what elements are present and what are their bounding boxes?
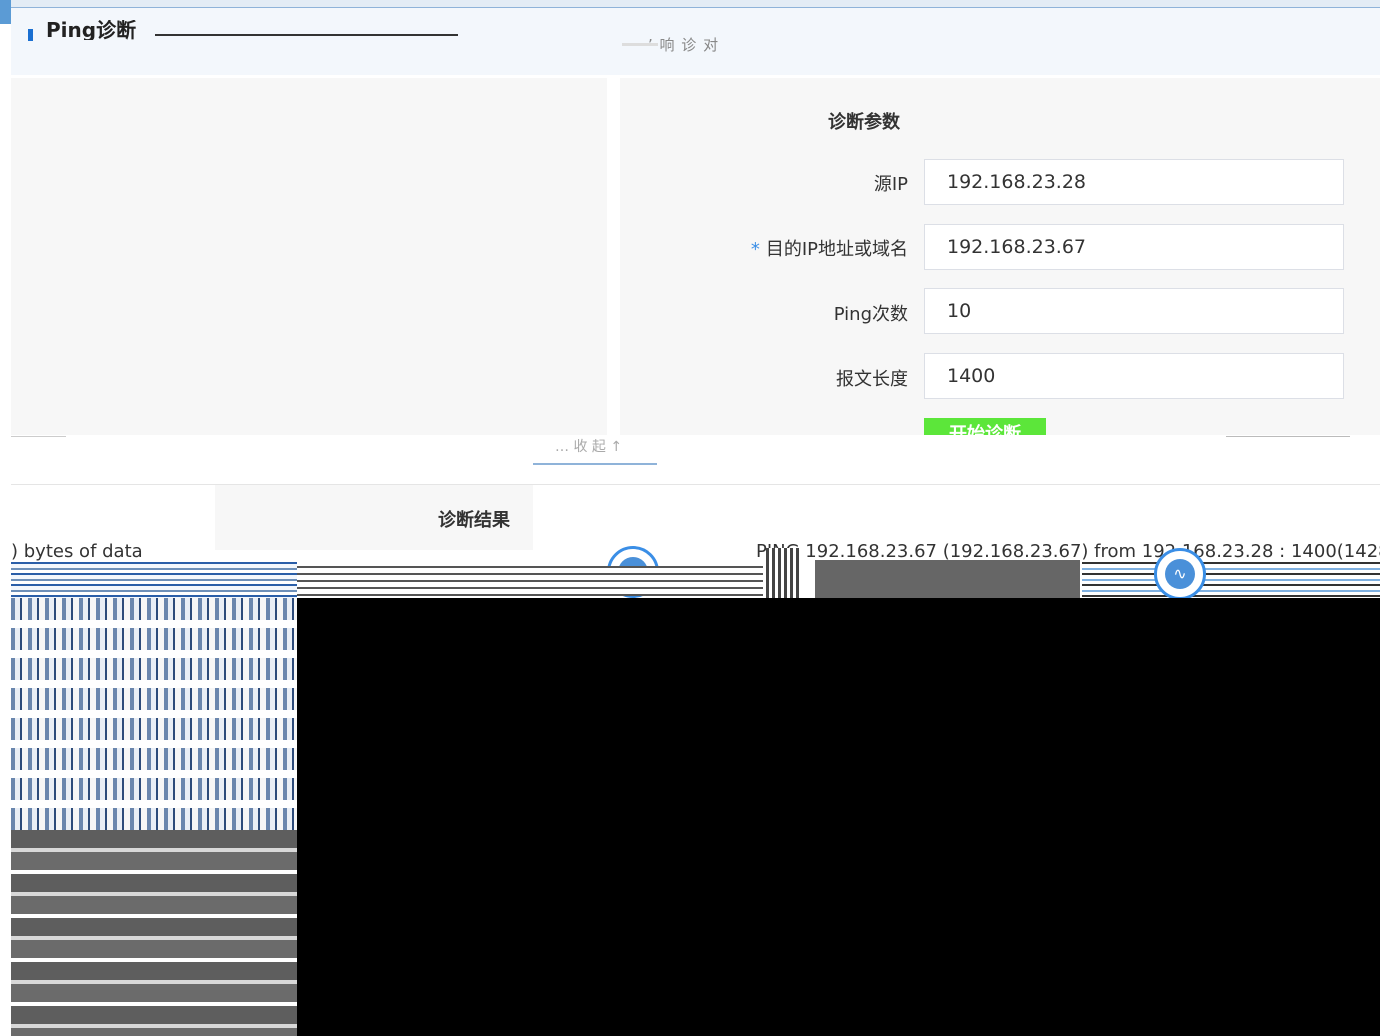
top-accent-bar: [0, 0, 1380, 8]
ping-count-input[interactable]: [924, 288, 1344, 334]
collapse-toggle-underline: [533, 463, 657, 465]
left-gutter: [0, 24, 11, 1036]
packet-length-label: 报文长度: [836, 369, 908, 390]
page-title: Ping诊断: [46, 20, 137, 40]
result-output-artifact-left: [11, 562, 297, 598]
results-header-left: [11, 485, 214, 545]
collapse-band: [11, 435, 1380, 485]
result-line-left: ) bytes of data: [11, 541, 143, 562]
results-title: 诊断结果: [438, 510, 510, 531]
title-accent-mark: [28, 29, 33, 41]
panel-divider: [607, 78, 620, 435]
left-panel: [11, 78, 607, 435]
start-diagnosis-button[interactable]: 开始诊断: [924, 418, 1046, 435]
result-output-bars: [766, 548, 802, 598]
params-section-title: 诊断参数: [828, 112, 900, 133]
dest-ip-input[interactable]: [924, 224, 1344, 270]
result-log-left-lower: [11, 830, 297, 1036]
result-output-blackout: [297, 598, 1380, 1036]
dest-ip-label-text: 目的IP地址或域名: [765, 239, 908, 260]
ping-count-label: Ping次数: [833, 304, 908, 325]
source-ip-label: 源IP: [873, 174, 908, 195]
activity-pulse-icon: ∿: [1154, 548, 1206, 600]
result-output-artifact-mid: [297, 566, 763, 596]
result-line-right: PING 192.168.23.67 (192.168.23.67) from …: [756, 541, 1380, 562]
band-line-left: [11, 436, 66, 437]
pulse-core: ∿: [1165, 559, 1195, 589]
band-line-right: [1226, 436, 1350, 437]
dest-ip-label: * 目的IP地址或域名: [751, 235, 908, 261]
header-glitch-text: ’ 响 诊 对: [648, 36, 720, 54]
collapse-toggle[interactable]: … 收 起 ↑: [555, 436, 622, 456]
required-mark: *: [750, 239, 760, 260]
result-output-artifact-right: [1082, 562, 1380, 598]
corner-marker: [0, 0, 11, 24]
source-ip-input[interactable]: [924, 159, 1344, 205]
packet-length-input[interactable]: [924, 353, 1344, 399]
title-underline: [155, 34, 458, 36]
result-output-block: [815, 560, 1080, 598]
